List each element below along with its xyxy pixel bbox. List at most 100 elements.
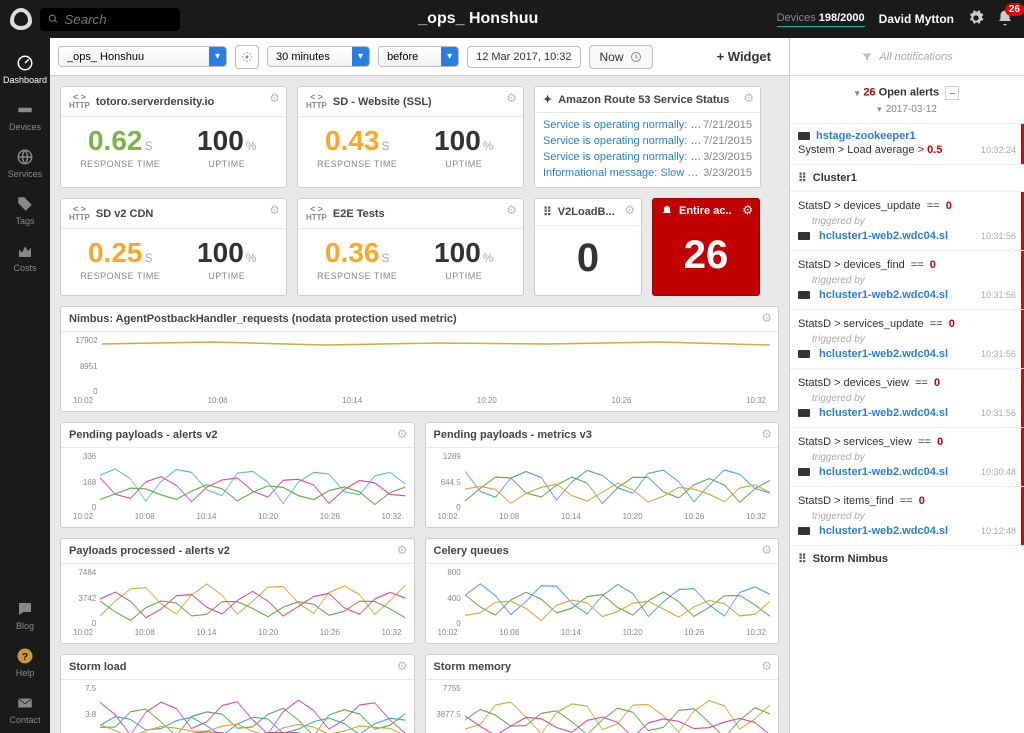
notifications-button[interactable]: 26 — [996, 9, 1014, 30]
gear-icon — [968, 10, 984, 26]
card-settings[interactable]: ⚙ — [743, 91, 754, 105]
gear-icon — [241, 51, 253, 63]
cluster-header[interactable]: Storm Nimbus — [790, 545, 1024, 572]
chart-svg — [465, 452, 770, 512]
card-settings[interactable]: ⚙ — [269, 203, 280, 217]
card-settings[interactable]: ⚙ — [761, 659, 772, 673]
chart-svg — [100, 684, 405, 733]
status-link[interactable]: Service is operating normally: [RE... — [543, 135, 703, 147]
dashboard-select[interactable]: _ops_ Honshuu — [59, 47, 209, 66]
svg-text:?: ? — [22, 651, 28, 663]
card-settings[interactable]: ⚙ — [397, 427, 408, 441]
open-alerts-header[interactable]: 26 Open alerts– — [790, 76, 1024, 104]
device-icon — [798, 232, 810, 240]
global-search[interactable] — [40, 8, 180, 31]
alert-item[interactable]: StatsD > services_update == 0 triggered … — [790, 309, 1024, 368]
collapse-button[interactable]: – — [945, 86, 959, 100]
filter-icon — [861, 51, 873, 63]
search-input[interactable] — [64, 12, 172, 27]
range-toggle[interactable]: ▾ — [352, 47, 369, 66]
mail-icon — [16, 694, 34, 712]
card-settings[interactable]: ⚙ — [506, 203, 517, 217]
device-icon — [798, 132, 810, 140]
card-settings[interactable]: ⚙ — [269, 91, 280, 105]
settings-button[interactable] — [964, 6, 988, 33]
chart-card: Storm memory⚙ 77553877.50 10:0210:0810:1… — [425, 654, 780, 733]
number-card: V2LoadB... ⚙ 0 — [534, 198, 642, 296]
grid-icon — [798, 552, 807, 566]
dashboard-settings-button[interactable] — [235, 45, 259, 69]
nav-dashboard[interactable]: Dashboard — [0, 46, 50, 93]
status-link[interactable]: Service is operating normally: [RE... — [543, 119, 703, 131]
nav-contact[interactable]: Contact — [0, 686, 50, 733]
now-button[interactable]: Now — [589, 45, 653, 69]
card-settings[interactable]: ⚙ — [506, 91, 517, 105]
time-relative-select[interactable]: before — [379, 47, 441, 66]
card-settings[interactable]: ⚙ — [761, 427, 772, 441]
nav-services[interactable]: Services — [0, 140, 50, 187]
alerts-panel: All notifications 26 Open alerts– 2017-0… — [789, 38, 1024, 733]
status-link[interactable]: Service is operating normally: [RE... — [543, 151, 703, 163]
username[interactable]: David Mytton — [879, 12, 954, 26]
card-settings[interactable]: ⚙ — [761, 311, 772, 325]
dashboard-select-toggle[interactable]: ▾ — [209, 47, 226, 66]
tag-icon — [16, 195, 34, 213]
notifications-filter[interactable]: All notifications — [790, 38, 1024, 76]
page-title: _ops_ Honshuu — [180, 10, 777, 28]
chart-svg — [100, 568, 405, 628]
bell-icon — [661, 205, 673, 217]
alert-item[interactable]: StatsD > items_find == 0 triggered by hc… — [790, 486, 1024, 545]
card-settings[interactable]: ⚙ — [761, 543, 772, 557]
alert-item[interactable]: StatsD > devices_update == 0 triggered b… — [790, 191, 1024, 250]
services-icon — [16, 148, 34, 166]
chart-card: Pending payloads - alerts v2⚙ 3361680 10… — [60, 422, 415, 528]
device-icon — [798, 468, 810, 476]
add-widget-button[interactable]: + Widget — [707, 45, 781, 68]
chart-svg — [465, 684, 770, 733]
grid-icon — [798, 171, 807, 185]
devices-icon — [16, 101, 34, 119]
nav-blog[interactable]: Blog — [0, 592, 50, 639]
alert-item[interactable]: StatsD > devices_view == 0 triggered by … — [790, 368, 1024, 427]
card-settings[interactable]: ⚙ — [397, 659, 408, 673]
metric-card: HTTPtotoro.serverdensity.io ⚙ 0.62SRESPO… — [60, 86, 287, 188]
clock-icon — [630, 51, 642, 63]
device-icon — [798, 291, 810, 299]
http-icon: HTTP — [306, 205, 327, 222]
http-icon: HTTP — [69, 205, 90, 222]
dashboard-toolbar: _ops_ Honshuu ▾ 30 minutes ▾ before ▾ 12… — [50, 38, 789, 76]
chart-svg — [100, 452, 405, 512]
grid-icon — [543, 205, 552, 219]
help-icon: ? — [16, 647, 34, 665]
chat-icon — [16, 600, 34, 618]
nav-costs[interactable]: Costs — [0, 234, 50, 281]
chart-card: Nimbus: AgentPostbackHandler_requests (n… — [60, 306, 779, 412]
app-logo[interactable] — [10, 8, 32, 30]
card-settings[interactable]: ⚙ — [742, 203, 753, 217]
card-settings[interactable]: ⚙ — [397, 543, 408, 557]
nav-help[interactable]: ?Help — [0, 639, 50, 686]
search-icon — [48, 13, 58, 25]
time-range-select[interactable]: 30 minutes — [268, 47, 352, 66]
alert-item[interactable]: StatsD > devices_find == 0 triggered by … — [790, 250, 1024, 309]
dashboard-icon — [16, 54, 34, 72]
nav-tags[interactable]: Tags — [0, 187, 50, 234]
alert-item[interactable]: StatsD > services_view == 0 triggered by… — [790, 427, 1024, 486]
costs-icon — [16, 242, 34, 260]
status-link[interactable]: Informational message: Slow pro... — [543, 167, 703, 179]
bell-badge: 26 — [1005, 3, 1024, 16]
http-icon: HTTP — [69, 93, 90, 110]
alert-count-card[interactable]: Entire ac.. ⚙ 26 — [652, 198, 760, 296]
chart-card: Pending payloads - metrics v3⚙ 1289644.5… — [425, 422, 780, 528]
devices-counter[interactable]: Devices 198/2000 — [777, 12, 865, 27]
chart-card: Storm load⚙ 7.53.80 10:0210:0810:1410:20… — [60, 654, 415, 733]
nav-devices[interactable]: Devices — [0, 93, 50, 140]
chart-card: Payloads processed - alerts v2⚙ 74843742… — [60, 538, 415, 644]
alert-item[interactable]: hstage-zookeeper1 System > Load average … — [790, 123, 1024, 164]
cluster-header[interactable]: Cluster1 — [790, 164, 1024, 191]
datetime-picker[interactable]: 12 Mar 2017, 10:32 — [467, 46, 580, 68]
star-icon: ✦ — [543, 93, 552, 106]
card-settings[interactable]: ⚙ — [624, 203, 635, 217]
device-icon — [798, 409, 810, 417]
rel-toggle[interactable]: ▾ — [441, 47, 458, 66]
